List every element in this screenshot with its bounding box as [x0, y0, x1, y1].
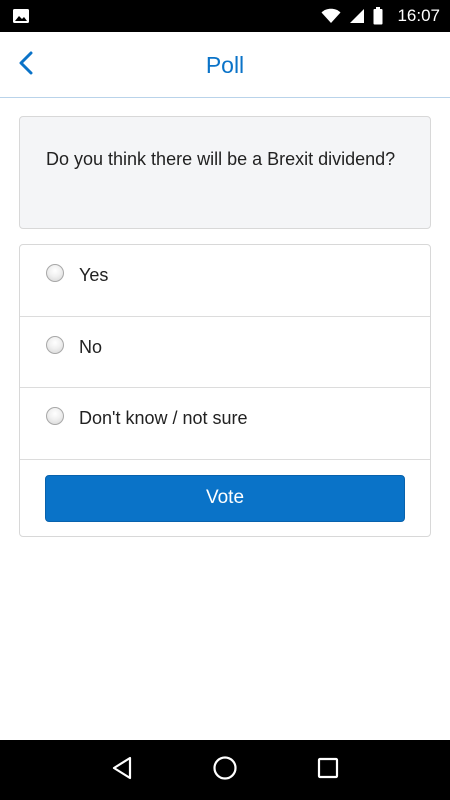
- page-title: Poll: [205, 52, 245, 78]
- options-card: Yes No Don't know / not sure Vote: [19, 244, 431, 537]
- recents-square-icon: [317, 757, 339, 784]
- back-triangle-icon: [111, 756, 133, 785]
- nav-home-button[interactable]: [205, 750, 245, 790]
- nav-bar: [0, 740, 450, 800]
- poll-question: Do you think there will be a Brexit divi…: [46, 149, 396, 169]
- radio-button-yes[interactable]: [46, 264, 64, 282]
- radio-button-dont-know[interactable]: [46, 407, 64, 425]
- question-card: Do you think there will be a Brexit divi…: [19, 116, 431, 229]
- option-dont-know[interactable]: Don't know / not sure: [20, 388, 430, 460]
- battery-icon: [373, 7, 383, 25]
- vote-button[interactable]: Vote: [45, 474, 405, 522]
- option-label-yes: Yes: [79, 265, 109, 285]
- status-left: [12, 8, 30, 24]
- nav-back-button[interactable]: [102, 750, 142, 790]
- vote-wrap: Vote: [20, 460, 430, 522]
- option-label-dont-know: Don't know / not sure: [79, 408, 248, 428]
- wifi-icon: [321, 8, 341, 24]
- status-bar: 16:07: [0, 0, 450, 32]
- image-icon: [12, 8, 30, 24]
- radio-button-no[interactable]: [46, 335, 64, 354]
- home-circle-icon: [212, 755, 238, 786]
- header: Poll: [0, 32, 450, 98]
- status-right: 16:07: [321, 6, 440, 26]
- option-no[interactable]: No: [20, 317, 430, 388]
- cell-signal-icon: [349, 8, 365, 24]
- option-label-no: No: [79, 336, 103, 357]
- option-yes[interactable]: Yes: [20, 245, 430, 317]
- nav-recents-button[interactable]: [308, 750, 348, 790]
- status-time: 16:07: [397, 6, 440, 25]
